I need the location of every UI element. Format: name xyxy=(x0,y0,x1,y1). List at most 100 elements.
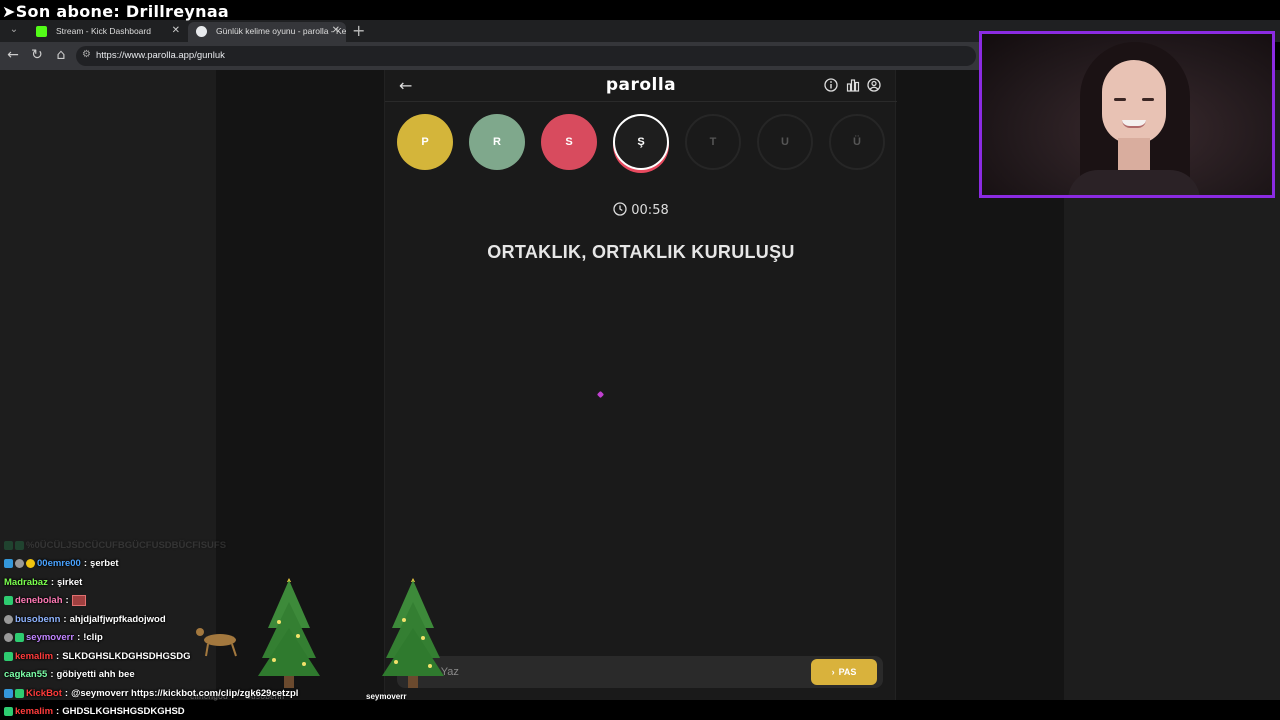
app-logo[interactable]: parolla xyxy=(385,75,897,95)
app-header: ← parolla xyxy=(385,70,897,102)
info-icon[interactable] xyxy=(824,78,838,92)
gray-badge-icon xyxy=(4,614,13,624)
letter-correct: P xyxy=(397,114,453,170)
answer-bar: › PAS xyxy=(397,656,883,688)
blue-badge-icon xyxy=(4,559,13,569)
close-icon[interactable]: ✕ xyxy=(172,25,180,36)
timer-value: 00:58 xyxy=(631,203,669,218)
letter-passed: R xyxy=(469,114,525,170)
chat-separator: : xyxy=(77,632,81,644)
site-info-icon[interactable]: ⚙ xyxy=(82,49,91,60)
chat-message: kemalim: SLKDGHSLKDGHSDHGSDG xyxy=(4,647,364,666)
chat-message: cagkan55: göbiyetti ahh bee xyxy=(4,666,364,685)
chat-text: GHDSLKGHSHGSDKGHSD xyxy=(62,706,185,718)
letter-pending: U xyxy=(757,114,813,170)
chat-username[interactable]: 00emre00 xyxy=(37,558,81,569)
mod-badge-icon xyxy=(4,651,13,661)
gray-badge-icon xyxy=(15,559,24,569)
gold-badge-icon xyxy=(26,559,35,569)
chat-emote-icon xyxy=(71,595,86,607)
tab-title: Stream - Kick Dashboard xyxy=(56,26,151,36)
mouse-cursor xyxy=(596,390,605,399)
chat-message: Madrabaz: şirket xyxy=(4,573,364,592)
chat-separator: : xyxy=(50,669,54,681)
chat-username[interactable]: kemalim xyxy=(15,651,53,662)
url-text: https://www.parolla.app/gunluk xyxy=(96,50,225,61)
chat-username[interactable]: kemalim xyxy=(15,706,53,717)
chat-username[interactable]: busobenn xyxy=(15,614,60,625)
profile-icon[interactable] xyxy=(867,78,881,92)
answer-input[interactable] xyxy=(403,660,803,684)
chat-separator: : xyxy=(56,706,60,718)
chat-text: !clip xyxy=(83,632,103,644)
chat-text: göbiyetti ahh bee xyxy=(56,669,135,681)
mod-badge-icon xyxy=(15,540,24,550)
chat-username[interactable]: KickBot xyxy=(26,688,62,699)
chat-username[interactable]: denebolah xyxy=(15,595,63,606)
stats-icon[interactable] xyxy=(846,78,860,92)
chat-separator: : xyxy=(63,613,67,625)
chat-separator: : xyxy=(83,558,88,570)
new-tab-button[interactable]: + xyxy=(352,21,365,40)
chat-separator: : xyxy=(64,687,69,699)
chat-text: şerbet xyxy=(90,558,119,570)
chat-separator: : xyxy=(65,595,69,607)
address-bar: ← ↻ ⌂ ⚙ https://www.parolla.app/gunluk xyxy=(0,42,980,70)
last-subscriber-banner: ➤Son abone: Drillreynaa xyxy=(2,2,230,21)
letter-wrong: S xyxy=(541,114,597,170)
question-text: ORTAKLIK, ORTAKLIK KURULUŞU xyxy=(487,242,795,262)
tree-username: seymoverr xyxy=(366,692,407,701)
tab-kick-dashboard[interactable]: Stream - Kick Dashboard ✕ xyxy=(28,22,186,42)
chat-message: busobenn: ahjdjalfjwpfkadojwod xyxy=(4,610,364,629)
chevron-right-icon: › xyxy=(831,667,835,677)
stream-chat-overlay: %0ÜCÜLJSDCÜCUFBGÜCFUSDBÜCFISUFS 00emre00:… xyxy=(4,536,364,720)
christmas-tree-emote xyxy=(382,578,444,688)
mod-badge-icon xyxy=(15,633,24,643)
mod-badge-icon xyxy=(4,596,13,606)
pass-label: PAS xyxy=(838,667,857,677)
pass-button[interactable]: › PAS xyxy=(811,659,877,685)
back-icon[interactable]: ← xyxy=(4,47,22,63)
clock-icon xyxy=(613,202,627,216)
reload-icon[interactable]: ↻ xyxy=(28,47,46,63)
chat-username[interactable]: Madrabaz xyxy=(4,577,48,588)
letter-char: T xyxy=(709,136,717,148)
chat-text: SLKDGHSLKDGHSDHGSDG xyxy=(62,650,191,662)
kick-favicon-icon xyxy=(36,26,47,37)
gray-badge-icon xyxy=(4,633,13,643)
letter-pending: Ü xyxy=(829,114,885,170)
chat-message: denebolah: xyxy=(4,592,364,611)
letter-char: S xyxy=(565,136,573,148)
chat-separator: : xyxy=(56,650,60,662)
chat-separator: : xyxy=(50,576,54,588)
timer: 00:58 xyxy=(385,202,897,218)
letter-pending: T xyxy=(685,114,741,170)
chat-text: şirket xyxy=(57,576,83,588)
letter-char: R xyxy=(493,136,501,148)
chat-message: kemalim: GHDSLKGHSHGSDKGHSD xyxy=(4,703,364,720)
close-icon[interactable]: ✕ xyxy=(332,25,340,36)
chat-message: seymoverr: !clip xyxy=(4,629,364,648)
mod-badge-icon xyxy=(15,688,24,698)
letter-char: Ş xyxy=(637,136,645,148)
letter-char: P xyxy=(421,136,429,148)
chat-message: KickBot: @seymoverr https://kickbot.com/c… xyxy=(4,684,364,703)
chat-text: ahjdjalfjwpfkadojwod xyxy=(69,613,166,625)
letter-current: Ş xyxy=(613,114,669,170)
mod-badge-icon xyxy=(4,540,13,550)
parolla-app: ← parolla P R S Ş T U Ü 00:58 ORTAKLIK, ORTAKL… xyxy=(384,70,897,700)
screen: ← parolla P R S Ş T U Ü 00:58 ORTAKLIK, ORTAKL… xyxy=(0,0,1280,720)
tab-title: Günlük kelime oyunu - parolla - Kel xyxy=(216,26,346,36)
chat-username[interactable]: seymoverr xyxy=(26,632,74,643)
home-icon[interactable]: ⌂ xyxy=(52,47,70,63)
tab-parolla[interactable]: Günlük kelime oyunu - parolla - Kel ✕ xyxy=(188,22,346,42)
chat-username[interactable]: cagkan55 xyxy=(4,669,47,680)
letter-char: Ü xyxy=(853,136,861,148)
url-field[interactable]: ⚙ https://www.parolla.app/gunluk xyxy=(76,46,976,66)
chevron-down-icon[interactable]: ⌄ xyxy=(6,24,22,38)
chat-text: %0ÜCÜLJSDCÜCUFBGÜCFUSDBÜCFISUFS xyxy=(26,539,227,551)
webcam-overlay xyxy=(979,31,1275,198)
parolla-favicon-icon xyxy=(196,26,207,37)
chat-message: 00emre00: şerbet xyxy=(4,555,364,574)
letter-char: U xyxy=(781,136,789,148)
